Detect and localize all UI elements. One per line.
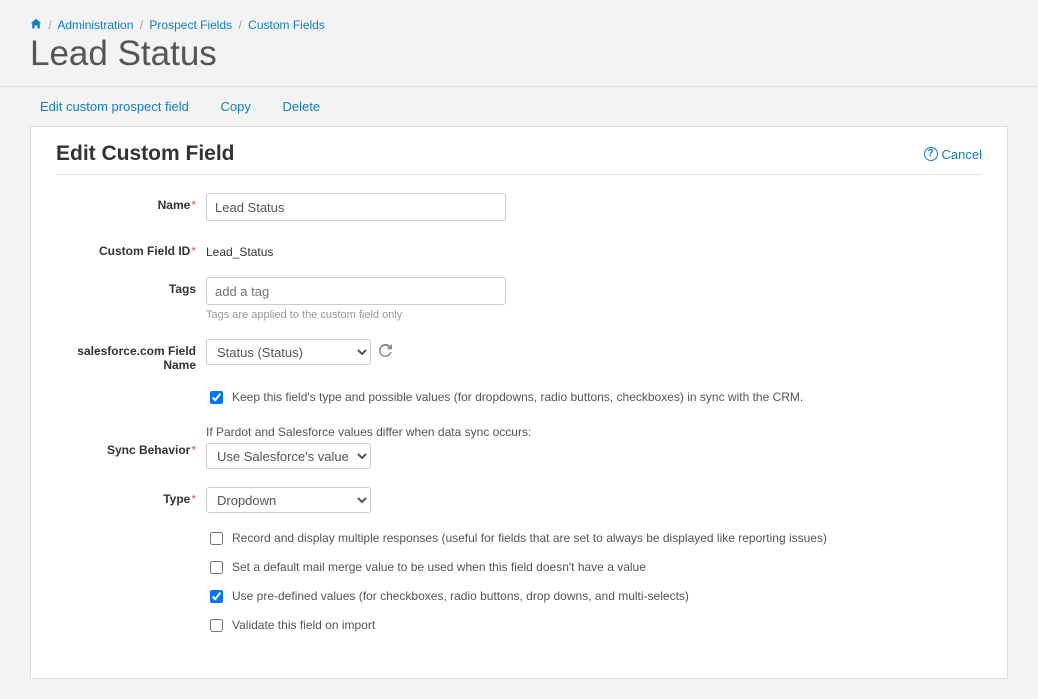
tags-help-text: Tags are applied to the custom field onl… (206, 309, 982, 321)
label-sync-behavior: Sync Behavior* (56, 425, 206, 457)
home-icon (30, 18, 45, 32)
sf-field-select[interactable]: Status (Status) (206, 339, 371, 365)
cancel-label: Cancel (942, 147, 982, 162)
row-name: Name* (56, 193, 982, 221)
page-title: Lead Status (0, 34, 1038, 87)
tags-input[interactable] (206, 277, 506, 305)
record-multiple-label: Record and display multiple responses (u… (232, 531, 827, 545)
row-sync-behavior: Sync Behavior* If Pardot and Salesforce … (56, 425, 982, 469)
keep-sync-label: Keep this field's type and possible valu… (232, 390, 803, 404)
keep-sync-check-row[interactable]: Keep this field's type and possible valu… (206, 390, 982, 407)
type-select[interactable]: Dropdown (206, 487, 371, 513)
toolbar-links: Edit custom prospect field Copy Delete (0, 87, 1038, 126)
edit-prospect-field-link[interactable]: Edit custom prospect field (40, 99, 189, 114)
label-sf-field: salesforce.com Field Name (56, 339, 206, 372)
breadcrumb-sep: / (48, 18, 51, 32)
edit-panel: Edit Custom Field ? Cancel Name* Custom … (30, 126, 1008, 679)
label-tags: Tags (56, 277, 206, 296)
predefined-row[interactable]: Use pre-defined values (for checkboxes, … (206, 589, 982, 606)
custom-id-value: Lead_Status (206, 239, 982, 259)
panel-header: Edit Custom Field ? Cancel (56, 142, 982, 175)
delete-link[interactable]: Delete (282, 99, 320, 114)
row-options: Record and display multiple responses (u… (56, 531, 982, 635)
row-tags: Tags Tags are applied to the custom fiel… (56, 277, 982, 321)
cancel-link[interactable]: ? Cancel (924, 147, 982, 162)
record-multiple-row[interactable]: Record and display multiple responses (u… (206, 531, 982, 548)
set-default-label: Set a default mail merge value to be use… (232, 560, 646, 574)
help-icon: ? (924, 147, 938, 161)
page-root: / Administration / Prospect Fields / Cus… (0, 0, 1038, 699)
breadcrumb: / Administration / Prospect Fields / Cus… (0, 0, 1038, 32)
breadcrumb-link-custom-fields[interactable]: Custom Fields (248, 18, 325, 32)
refresh-icon[interactable] (379, 344, 392, 360)
copy-link[interactable]: Copy (220, 99, 250, 114)
breadcrumb-link-administration[interactable]: Administration (57, 18, 133, 32)
sync-behavior-note: If Pardot and Salesforce values differ w… (206, 425, 982, 439)
breadcrumb-sep: / (140, 18, 143, 32)
validate-label: Validate this field on import (232, 618, 375, 632)
label-name: Name* (56, 193, 206, 212)
row-type: Type* Dropdown (56, 487, 982, 513)
row-keep-sync: Keep this field's type and possible valu… (56, 390, 982, 419)
row-sf-field: salesforce.com Field Name Status (Status… (56, 339, 982, 372)
predefined-label: Use pre-defined values (for checkboxes, … (232, 589, 689, 603)
panel-title: Edit Custom Field (56, 142, 235, 166)
record-multiple-checkbox[interactable] (210, 532, 223, 545)
validate-checkbox[interactable] (210, 619, 223, 632)
label-custom-id: Custom Field ID* (56, 239, 206, 258)
name-input[interactable] (206, 193, 506, 221)
keep-sync-checkbox[interactable] (210, 391, 223, 404)
validate-row[interactable]: Validate this field on import (206, 618, 982, 635)
breadcrumb-sep: / (238, 18, 241, 32)
label-type: Type* (56, 487, 206, 506)
row-custom-id: Custom Field ID* Lead_Status (56, 239, 982, 259)
breadcrumb-home[interactable] (30, 18, 45, 32)
predefined-checkbox[interactable] (210, 590, 223, 603)
sync-behavior-select[interactable]: Use Salesforce's value (206, 443, 371, 469)
breadcrumb-link-prospect-fields[interactable]: Prospect Fields (149, 18, 232, 32)
